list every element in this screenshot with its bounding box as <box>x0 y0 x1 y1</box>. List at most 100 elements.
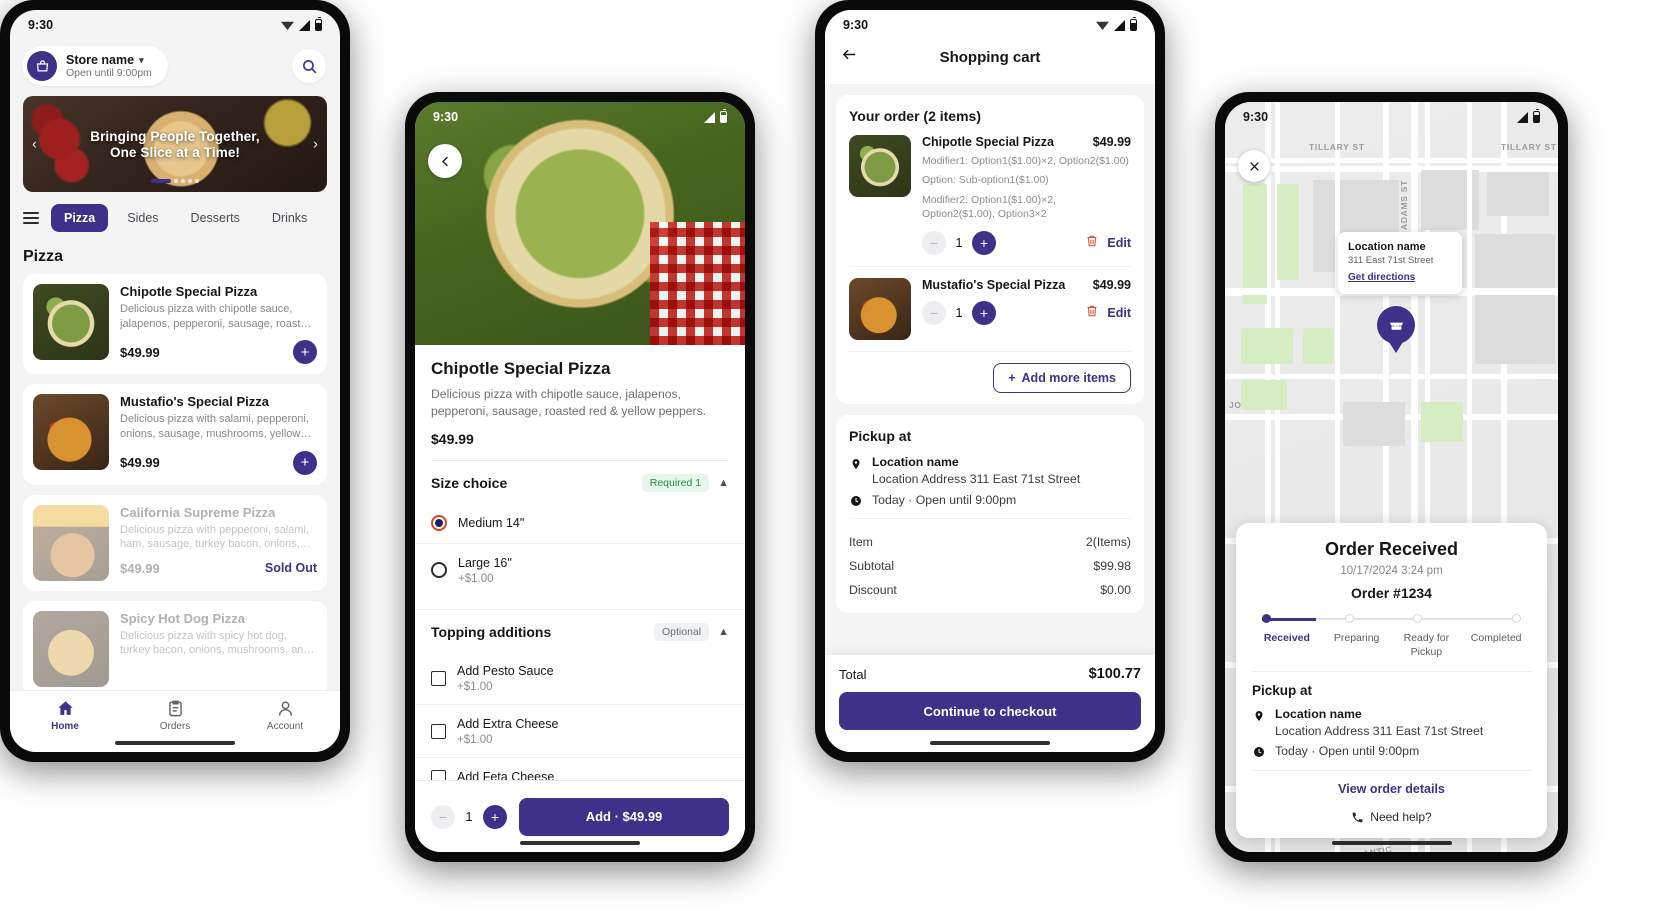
map-location-callout[interactable]: Location name 311 East 71st Street Get d… <box>1338 232 1462 295</box>
cart-item-header: Chipotle Special Pizza $49.99 <box>922 135 1131 149</box>
decrease-quantity-button[interactable]: − <box>431 804 455 829</box>
decrease-quantity-button[interactable]: − <box>922 300 946 325</box>
progress-label-preparing: Preparing <box>1333 632 1380 645</box>
map-street-label: TILLARY ST <box>1309 142 1365 152</box>
tab-orders[interactable]: Orders <box>120 699 230 732</box>
quantity-stepper: − 1 + <box>431 804 507 829</box>
status-icons <box>1096 16 1137 31</box>
tab-orders-label: Orders <box>159 721 191 732</box>
add-item-button[interactable]: + <box>293 450 317 475</box>
option-row-large[interactable]: Large 16" +$1.00 <box>415 542 745 596</box>
size-choice-header[interactable]: Size choice Required 1 ▲ <box>415 461 745 503</box>
category-tab-desserts[interactable]: Desserts <box>178 204 253 232</box>
store-selector[interactable]: Store name ▾ Open until 9:00pm <box>22 46 168 86</box>
tab-home[interactable]: Home <box>10 699 120 732</box>
divider <box>849 350 1131 352</box>
checkbox-icon[interactable] <box>431 670 446 686</box>
category-tab-sides[interactable]: Sides <box>114 204 171 232</box>
category-tab-pizza[interactable]: Pizza <box>51 204 109 232</box>
home-indicator <box>115 741 235 745</box>
menu-item-price: $49.99 <box>120 455 160 470</box>
need-help-button[interactable]: Need help? <box>1252 810 1531 824</box>
back-button[interactable] <box>428 144 462 178</box>
banner-prev-icon[interactable]: ‹ <box>32 136 37 153</box>
map-park <box>1303 328 1333 364</box>
add-item-button[interactable]: + <box>293 340 317 365</box>
cart-item-modifier: Modifier1: Option1($1.00)×2, Option2($1.… <box>922 155 1129 167</box>
menu-item-card[interactable]: Chipotle Special Pizza Delicious pizza w… <box>23 274 327 375</box>
add-to-cart-button[interactable]: Add · $49.99 <box>519 797 729 836</box>
pickup-location-row: Location name Location Address 311 East … <box>1252 707 1531 738</box>
decrease-quantity-button[interactable]: − <box>922 230 946 255</box>
section-title: Pizza <box>23 248 64 265</box>
promo-banner[interactable]: Bringing People Together, One Slice at a… <box>23 96 327 192</box>
view-order-details-link[interactable]: View order details <box>1252 782 1531 796</box>
topping-additions-header[interactable]: Topping additions Optional ▲ <box>415 610 745 652</box>
phone-cart-screen: 9:30 Shopping cart Your order (2 items) … <box>815 0 1165 762</box>
close-button[interactable] <box>1238 150 1270 182</box>
location-address: Location Address 311 East 71st Street <box>1275 724 1484 738</box>
option-row-medium[interactable]: Medium 14" <box>415 503 745 543</box>
delete-item-button[interactable] <box>1085 304 1099 321</box>
increase-quantity-button[interactable]: + <box>972 300 996 325</box>
pickup-heading: Pickup at <box>1252 683 1313 698</box>
chevron-down-icon[interactable]: ▾ <box>139 55 144 65</box>
callout-location-address: 311 East 71st Street <box>1348 255 1434 266</box>
menu-item-image <box>33 610 109 687</box>
battery-icon <box>1533 108 1540 123</box>
order-datetime: 10/17/2024 3:24 pm <box>1340 565 1443 578</box>
add-more-items-button[interactable]: + Add more items <box>993 362 1131 393</box>
cart-item-modifier: Option: Sub-option1($1.00) <box>922 174 1049 187</box>
cart-item-main: Mustafio's Special Pizza $49.99 − 1 + Ed… <box>922 278 1131 340</box>
menu-item-body: California Supreme Pizza Delicious pizza… <box>120 505 317 581</box>
status-time: 9:30 <box>433 110 459 124</box>
checkbox-icon[interactable] <box>431 723 446 739</box>
search-button[interactable] <box>292 49 326 83</box>
quantity-value: 1 <box>465 809 473 824</box>
increase-quantity-button[interactable]: + <box>483 804 507 829</box>
menu-item-footer: $49.99 Sold Out <box>120 561 317 576</box>
promo-banner-text: Bringing People Together, One Slice at a… <box>23 96 327 192</box>
category-tab-drinks[interactable]: Drinks <box>259 204 320 232</box>
store-map-pin[interactable] <box>1377 306 1415 344</box>
menu-item-card[interactable]: Mustafio's Special Pizza Delicious pizza… <box>23 384 327 485</box>
get-directions-link[interactable]: Get directions <box>1348 272 1415 283</box>
banner-dot[interactable] <box>151 179 171 183</box>
item-detail-screen: 9:30 Chipotle Special Pizza Delicious pi… <box>415 102 745 852</box>
cart-item-name: Mustafio's Special Pizza <box>922 277 1066 292</box>
location-address: Location Address 311 East 71st Street <box>872 471 1081 486</box>
delete-item-button[interactable] <box>1085 234 1099 251</box>
signal-icon <box>704 111 715 123</box>
order-items-card: Your order (2 items) Chipotle Special Pi… <box>836 95 1144 404</box>
chevron-up-icon[interactable]: ▲ <box>718 626 729 638</box>
map-park <box>1243 184 1267 304</box>
item-price: $49.99 <box>431 430 474 447</box>
banner-dot[interactable] <box>188 179 192 183</box>
category-tab-most[interactable]: Most <box>326 204 340 232</box>
increase-quantity-button[interactable]: + <box>972 230 996 255</box>
option-row-pesto[interactable]: Add Pesto Sauce +$1.00 <box>415 652 745 704</box>
tab-account[interactable]: Account <box>230 699 340 732</box>
phone-icon <box>1352 812 1363 822</box>
cart-item-modifier: Modifier2: Option1($1.00)×2, Option2($1.… <box>922 193 1056 221</box>
topping-additions-title: Topping additions <box>431 623 552 640</box>
radio-icon[interactable] <box>431 561 447 578</box>
banner-next-icon[interactable]: › <box>313 136 318 153</box>
chevron-up-icon[interactable]: ▲ <box>718 477 729 489</box>
option-text: Large 16" +$1.00 <box>458 555 512 585</box>
radio-selected-icon[interactable] <box>431 514 447 531</box>
status-time: 9:30 <box>843 18 869 32</box>
edit-item-button[interactable]: Edit <box>1107 306 1131 320</box>
edit-item-button[interactable]: Edit <box>1107 236 1131 250</box>
banner-dot[interactable] <box>181 179 185 183</box>
summary-row-item: Item 2(Items) <box>849 530 1131 554</box>
banner-dot[interactable] <box>174 179 178 183</box>
optional-badge: Optional <box>654 622 710 641</box>
banner-dot[interactable] <box>195 179 199 183</box>
menu-item-card-sold-out: California Supreme Pizza Delicious pizza… <box>23 494 327 591</box>
store-avatar <box>27 51 57 81</box>
continue-to-checkout-button[interactable]: Continue to checkout <box>839 692 1141 730</box>
option-row-extra-cheese[interactable]: Add Extra Cheese +$1.00 <box>415 704 745 757</box>
menu-list-icon[interactable] <box>23 212 45 224</box>
progress-node-received <box>1262 614 1271 624</box>
